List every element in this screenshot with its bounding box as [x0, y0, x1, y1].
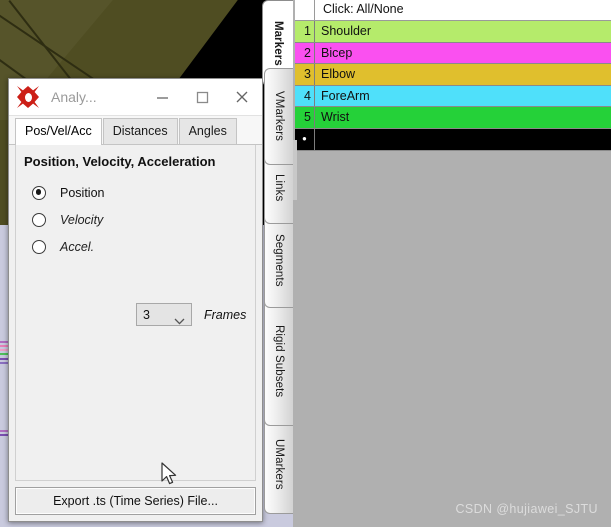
- marker-number: 5: [295, 107, 315, 128]
- marker-name: Bicep: [321, 45, 353, 60]
- radio-label: Velocity: [60, 212, 104, 227]
- tab-angles[interactable]: Angles: [178, 118, 237, 144]
- analysis-mode-radio-group: Position Velocity Accel.: [16, 179, 255, 260]
- vertical-tab-label: Segments: [273, 233, 285, 287]
- maximize-icon[interactable]: [182, 79, 222, 115]
- analysis-dialog: Analy... Pos/Vel/Acc Distances Angles Posi…: [8, 78, 263, 522]
- radio-row-position[interactable]: Position: [16, 179, 255, 206]
- vertical-tab-label: Markers: [272, 20, 284, 66]
- frames-label: Frames: [204, 307, 247, 322]
- marker-number: •: [295, 128, 315, 150]
- markers-list-area: Click: All/None 1 Shoulder 2 Bicep 3 Elbow 4 Fo…: [293, 0, 611, 527]
- tab-distances[interactable]: Distances: [102, 118, 178, 144]
- vertical-tab-segments[interactable]: Segments: [264, 212, 293, 308]
- marker-row[interactable]: 2 Bicep: [295, 42, 611, 65]
- vertical-tab-label: Links: [273, 174, 285, 202]
- frames-select-value: 3: [143, 307, 150, 322]
- marker-name: ForeArm: [321, 88, 370, 103]
- vertical-tab-label: UMarkers: [273, 438, 285, 490]
- list-scrollbar[interactable]: [293, 140, 297, 200]
- marker-name: [315, 129, 611, 150]
- marker-row[interactable]: 5 Wrist: [295, 107, 611, 129]
- section-title: Position, Velocity, Acceleration: [24, 154, 216, 169]
- marker-number: 1: [295, 21, 315, 42]
- marker-name: Wrist: [321, 110, 350, 125]
- frames-select[interactable]: 3: [136, 303, 192, 326]
- marker-row[interactable]: 4 ForeArm: [295, 85, 611, 108]
- radio-button[interactable]: [32, 212, 46, 227]
- minimize-icon[interactable]: [142, 79, 182, 115]
- radio-button[interactable]: [32, 239, 46, 254]
- vertical-tab-label: VMarkers: [273, 91, 285, 142]
- marker-number: 4: [295, 85, 315, 107]
- markers-rows: 1 Shoulder 2 Bicep 3 Elbow 4 ForeArm 5 Wrist •: [295, 21, 611, 151]
- radio-row-velocity[interactable]: Velocity: [16, 206, 255, 233]
- marker-name: Shoulder: [321, 24, 372, 38]
- marker-number: 2: [295, 42, 315, 64]
- radio-button[interactable]: [32, 185, 46, 200]
- dialog-titlebar[interactable]: Analy...: [9, 79, 262, 116]
- radio-label: Accel.: [60, 239, 95, 254]
- vertical-tab-umarkers[interactable]: UMarkers: [264, 414, 293, 514]
- chevron-down-icon: [174, 312, 185, 330]
- dialog-title: Analy...: [51, 89, 97, 105]
- watermark-text: CSDN @hujiawei_SJTU: [455, 502, 598, 516]
- marker-number: 3: [295, 64, 315, 85]
- radio-label: Position: [60, 185, 105, 200]
- frames-control: 3 Frames: [136, 303, 246, 326]
- marker-row[interactable]: 1 Shoulder: [295, 21, 611, 43]
- markers-panel: Markers VMarkers Links Segments Rigid Subset…: [262, 0, 611, 527]
- marker-row[interactable]: 3 Elbow: [295, 64, 611, 86]
- vertical-tab-rigid-subsets[interactable]: Rigid Subsets: [264, 296, 293, 426]
- markers-list-header: Click: All/None: [295, 0, 611, 21]
- export-ts-button[interactable]: Export .ts (Time Series) File...: [15, 487, 256, 515]
- close-icon[interactable]: [222, 79, 262, 115]
- app-star-icon: [15, 84, 41, 110]
- marker-row[interactable]: •: [295, 128, 611, 151]
- vertical-tab-strip: Markers VMarkers Links Segments Rigid Subset…: [262, 0, 295, 527]
- dialog-body: Position, Velocity, Acceleration Positio…: [15, 145, 256, 481]
- tab-pos-vel-acc[interactable]: Pos/Vel/Acc: [15, 118, 102, 145]
- header-number-column: [295, 0, 315, 20]
- marker-name: Elbow: [321, 67, 356, 82]
- vertical-tab-label: Rigid Subsets: [273, 324, 285, 398]
- vertical-tab-vmarkers[interactable]: VMarkers: [264, 68, 293, 165]
- radio-row-accel[interactable]: Accel.: [16, 233, 255, 260]
- click-all-none-header[interactable]: Click: All/None: [315, 0, 611, 20]
- dialog-tab-bar: Pos/Vel/Acc Distances Angles: [9, 116, 262, 145]
